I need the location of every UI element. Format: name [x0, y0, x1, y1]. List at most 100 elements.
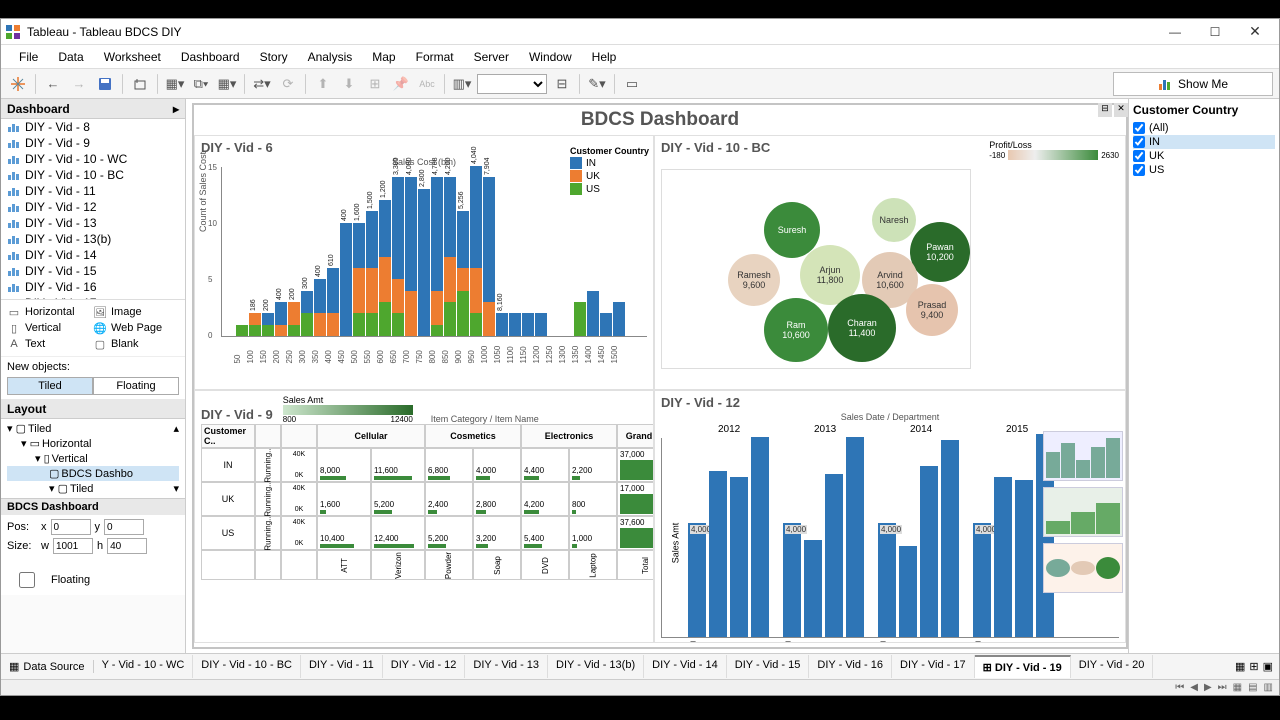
sheet-tab[interactable]: DIY - Vid - 10 - BC [193, 655, 301, 678]
sheet-tab[interactable]: DIY - Vid - 11 [301, 655, 383, 678]
new-sheet-icon[interactable]: ▦ [1235, 660, 1245, 673]
first-icon[interactable]: ⏮ [1175, 682, 1184, 693]
pos-x-input[interactable] [51, 519, 91, 535]
size-w-input[interactable] [53, 538, 93, 554]
datasource-tab[interactable]: ▦ Data Source [1, 660, 94, 673]
view2-icon[interactable]: ▤ [1248, 682, 1257, 693]
new-story-icon[interactable]: ▣ [1263, 660, 1273, 673]
new-dashboard-icon[interactable]: ⊞ [1249, 660, 1258, 673]
fix-axes-button[interactable]: ⊟ [551, 73, 573, 95]
save-button[interactable] [94, 73, 116, 95]
worksheet-list[interactable]: DIY - Vid - 8DIY - Vid - 9DIY - Vid - 10… [1, 119, 185, 299]
sheet-tabstrip[interactable]: ▦ Data Source Y - Vid - 10 - WCDIY - Vid… [1, 653, 1279, 679]
abc-button[interactable]: Abc [416, 73, 438, 95]
worksheet-item[interactable]: DIY - Vid - 13 [1, 215, 185, 231]
menu-format[interactable]: Format [406, 48, 464, 66]
worksheet-item[interactable]: DIY - Vid - 10 - WC [1, 151, 185, 167]
menu-analysis[interactable]: Analysis [298, 48, 363, 66]
worksheet-item[interactable]: DIY - Vid - 16 [1, 279, 185, 295]
worksheet-item[interactable]: DIY - Vid - 9 [1, 135, 185, 151]
presentation-button[interactable]: ▭ [621, 73, 643, 95]
swap-button[interactable]: ⇄▾ [251, 73, 273, 95]
remove-icon[interactable]: ✕ [1114, 103, 1128, 117]
fit-dropdown[interactable] [477, 74, 547, 94]
sheet-tab[interactable]: DIY - Vid - 16 [809, 655, 892, 678]
worksheet-item[interactable]: DIY - Vid - 14 [1, 247, 185, 263]
new-worksheet-button[interactable]: ▦▾ [164, 73, 186, 95]
sheet-tab[interactable]: ⊞ DIY - Vid - 19 [975, 655, 1071, 678]
bubble[interactable]: Pawan10,200 [910, 222, 970, 282]
sheet-tab[interactable]: DIY - Vid - 17 [892, 655, 975, 678]
bubble[interactable]: Ramesh9,600 [728, 254, 780, 306]
last-icon[interactable]: ⏭ [1218, 682, 1227, 693]
menu-worksheet[interactable]: Worksheet [94, 48, 171, 66]
menu-data[interactable]: Data [48, 48, 93, 66]
object-vertical[interactable]: ▯Vertical [7, 320, 93, 336]
chart-vid12[interactable]: DIY - Vid - 12 Sales Date / Department S… [654, 390, 1126, 643]
chart-type-button[interactable]: ▥▾ [451, 73, 473, 95]
minimize-button[interactable]: — [1155, 20, 1195, 44]
object-horizontal[interactable]: ▭Horizontal [7, 304, 93, 320]
worksheet-item[interactable]: DIY - Vid - 15 [1, 263, 185, 279]
menu-map[interactable]: Map [362, 48, 405, 66]
view3-icon[interactable]: ▥ [1264, 682, 1273, 693]
object-text[interactable]: AText [7, 336, 93, 352]
floating-toggle[interactable]: Floating [93, 377, 179, 395]
pin-button[interactable]: 📌 [390, 73, 412, 95]
sort-asc-button[interactable]: ⬆ [312, 73, 334, 95]
menu-story[interactable]: Story [250, 48, 298, 66]
sheet-tab[interactable]: DIY - Vid - 20 [1071, 655, 1154, 678]
clear-button[interactable]: ▦▾ [216, 73, 238, 95]
object-blank[interactable]: ▢Blank [93, 336, 179, 352]
filter-option[interactable]: UK [1133, 149, 1275, 163]
bubble[interactable]: Ram10,600 [764, 298, 828, 362]
next-icon[interactable]: ▶ [1204, 682, 1212, 693]
dashboard-canvas[interactable]: ⊟ ✕ BDCS Dashboard DIY - Vid - 6 Sales C… [186, 99, 1129, 653]
back-button[interactable]: ← [42, 73, 64, 95]
duplicate-button[interactable]: ⧉▾ [190, 73, 212, 95]
new-datasource-button[interactable] [129, 73, 151, 95]
pos-y-input[interactable] [104, 519, 144, 535]
maximize-button[interactable]: ☐ [1195, 20, 1235, 44]
floating-checkbox[interactable] [7, 572, 47, 588]
tableau-logo-icon[interactable] [7, 73, 29, 95]
close-button[interactable]: ✕ [1235, 20, 1275, 44]
show-me-button[interactable]: Show Me [1113, 72, 1273, 96]
menu-dashboard[interactable]: Dashboard [171, 48, 250, 66]
sort-desc-button[interactable]: ⬇ [338, 73, 360, 95]
group-button[interactable]: ⊞ [364, 73, 386, 95]
menu-help[interactable]: Help [582, 48, 627, 66]
sheet-tab[interactable]: DIY - Vid - 12 [383, 655, 466, 678]
chart-vid9[interactable]: DIY - Vid - 9 Sales Amt 80012400 Item Ca… [194, 390, 654, 643]
menu-file[interactable]: File [9, 48, 48, 66]
tiled-toggle[interactable]: Tiled [7, 377, 93, 395]
layout-tree[interactable]: ▾ ▢ Tiled▴ ▾ ▭ Horizontal ▾ ▯ Vertical ▢… [1, 419, 185, 498]
layout-tree-selected[interactable]: ▢ BDCS Dashbo [7, 466, 179, 481]
prev-icon[interactable]: ◀ [1190, 682, 1198, 693]
sheet-tab[interactable]: DIY - Vid - 13 [465, 655, 548, 678]
object-image[interactable]: 🖼Image [93, 304, 179, 320]
pin-icon[interactable]: ⊟ [1098, 103, 1112, 117]
object-web-page[interactable]: 🌐Web Page [93, 320, 179, 336]
forward-button[interactable]: → [68, 73, 90, 95]
filter-option[interactable]: IN [1133, 135, 1275, 149]
bubble[interactable]: Prasad9,400 [906, 284, 958, 336]
worksheet-item[interactable]: DIY - Vid - 12 [1, 199, 185, 215]
refresh-button[interactable]: ⟳ [277, 73, 299, 95]
sheet-tab[interactable]: DIY - Vid - 14 [644, 655, 727, 678]
sheet-tab[interactable]: DIY - Vid - 15 [727, 655, 810, 678]
pane-menu-icon[interactable]: ▸ [173, 102, 179, 116]
chart-vid6[interactable]: DIY - Vid - 6 Sales Cost (bin) Count of … [194, 135, 654, 390]
bubble[interactable]: Naresh [872, 198, 916, 242]
worksheet-item[interactable]: DIY - Vid - 8 [1, 119, 185, 135]
chart-vid10bc[interactable]: DIY - Vid - 10 - BC Profit/Loss -180 263… [654, 135, 1126, 390]
view1-icon[interactable]: ▦ [1233, 682, 1242, 693]
worksheet-item[interactable]: DIY - Vid - 13(b) [1, 231, 185, 247]
bubble[interactable]: Charan11,400 [828, 294, 896, 362]
sheet-tab[interactable]: DIY - Vid - 13(b) [548, 655, 644, 678]
filter-option[interactable]: US [1133, 163, 1275, 177]
highlight-button[interactable]: ✎▾ [586, 73, 608, 95]
sheet-tab[interactable]: Y - Vid - 10 - WC [94, 655, 194, 678]
worksheet-item[interactable]: DIY - Vid - 10 - BC [1, 167, 185, 183]
worksheet-item[interactable]: DIY - Vid - 11 [1, 183, 185, 199]
